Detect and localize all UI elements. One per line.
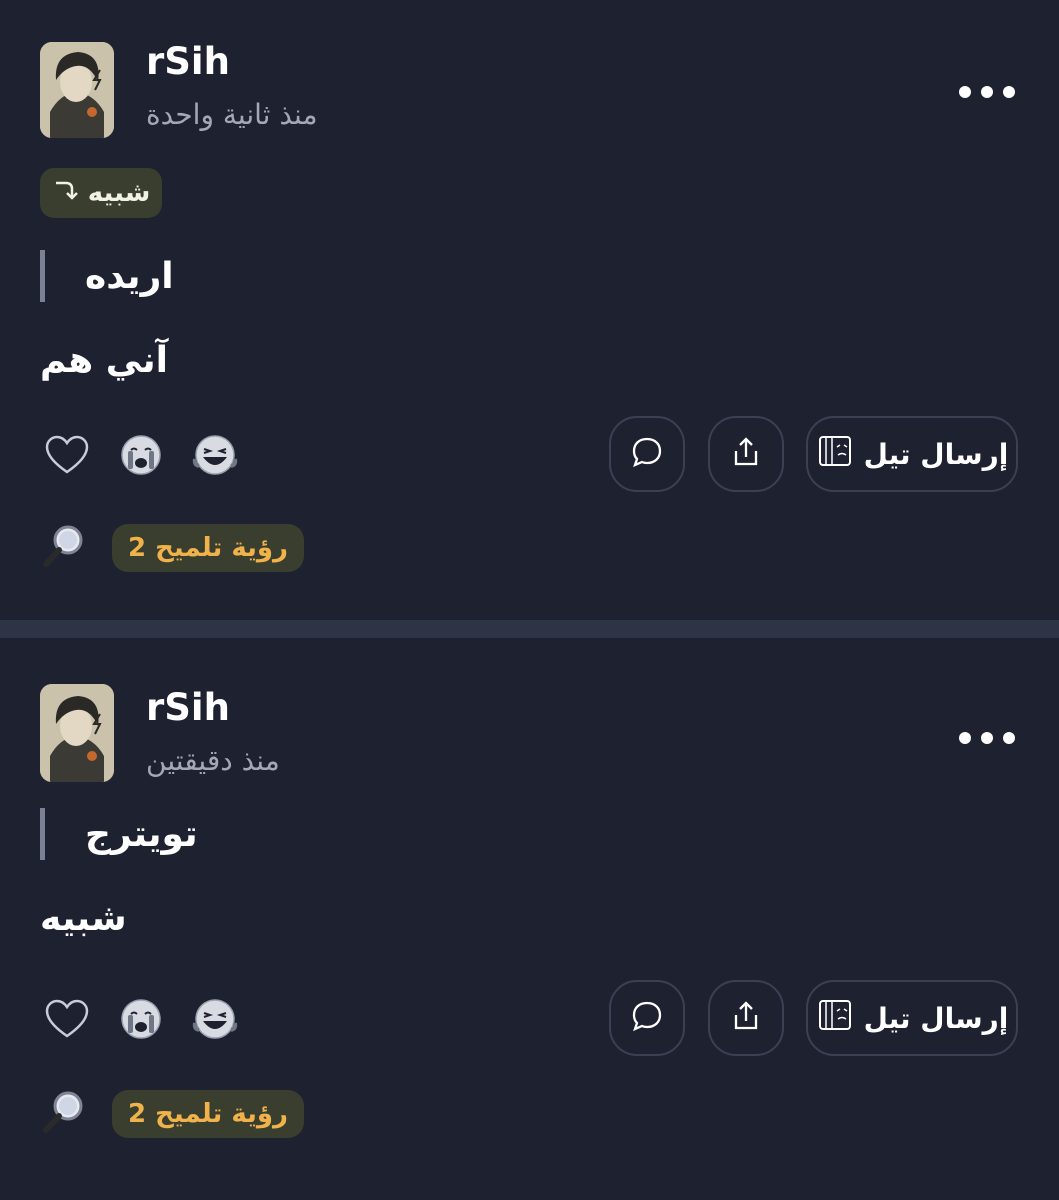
post-body: شبيه bbox=[40, 898, 127, 939]
quoted-text: اريده bbox=[40, 250, 174, 302]
post-card: rSih منذ دقيقتين تويترج شبيه إرسال تيل ر… bbox=[0, 638, 1059, 1198]
reply-chip-label: شبيه bbox=[87, 178, 151, 208]
magnifier-icon bbox=[40, 1088, 88, 1140]
share-button[interactable] bbox=[708, 980, 784, 1056]
reply-chip[interactable]: شبيه bbox=[40, 168, 162, 218]
view-hint-button[interactable]: رؤية تلميح 2 bbox=[112, 524, 305, 572]
laughing-face-icon[interactable] bbox=[192, 432, 238, 478]
comment-icon bbox=[630, 999, 664, 1037]
send-tell-button[interactable]: إرسال تيل bbox=[806, 980, 1018, 1056]
reply-arrow-icon bbox=[52, 177, 78, 210]
send-tell-label: إرسال تيل bbox=[863, 437, 1009, 471]
crying-face-icon[interactable] bbox=[118, 432, 164, 478]
timestamp: منذ ثانية واحدة bbox=[146, 98, 318, 131]
tell-icon bbox=[816, 997, 854, 1040]
heart-icon[interactable] bbox=[44, 996, 90, 1042]
more-icon[interactable] bbox=[959, 732, 1015, 744]
comment-button[interactable] bbox=[609, 416, 685, 492]
post-divider bbox=[0, 620, 1059, 638]
magnifier-icon bbox=[40, 522, 88, 574]
username[interactable]: rSih bbox=[146, 686, 230, 729]
view-hint-button[interactable]: رؤية تلميح 2 bbox=[112, 1090, 305, 1138]
reactions bbox=[44, 432, 238, 478]
comment-icon bbox=[630, 435, 664, 473]
hint-row: رؤية تلميح 2 bbox=[40, 522, 305, 574]
timestamp: منذ دقيقتين bbox=[146, 744, 280, 777]
avatar[interactable] bbox=[40, 42, 114, 138]
comment-button[interactable] bbox=[609, 980, 685, 1056]
reactions bbox=[44, 996, 238, 1042]
post-body: آني هم bbox=[40, 340, 169, 381]
share-icon bbox=[730, 999, 762, 1037]
laughing-face-icon[interactable] bbox=[192, 996, 238, 1042]
avatar[interactable] bbox=[40, 684, 114, 782]
heart-icon[interactable] bbox=[44, 432, 90, 478]
post-card: rSih منذ ثانية واحدة شبيه اريده آني هم إ… bbox=[0, 0, 1059, 620]
quoted-text: تويترج bbox=[40, 808, 198, 860]
share-icon bbox=[730, 435, 762, 473]
username[interactable]: rSih bbox=[146, 40, 230, 83]
send-tell-button[interactable]: إرسال تيل bbox=[806, 416, 1018, 492]
hint-row: رؤية تلميح 2 bbox=[40, 1088, 305, 1140]
tell-icon bbox=[816, 433, 854, 476]
send-tell-label: إرسال تيل bbox=[863, 1001, 1009, 1035]
more-icon[interactable] bbox=[959, 86, 1015, 98]
share-button[interactable] bbox=[708, 416, 784, 492]
crying-face-icon[interactable] bbox=[118, 996, 164, 1042]
